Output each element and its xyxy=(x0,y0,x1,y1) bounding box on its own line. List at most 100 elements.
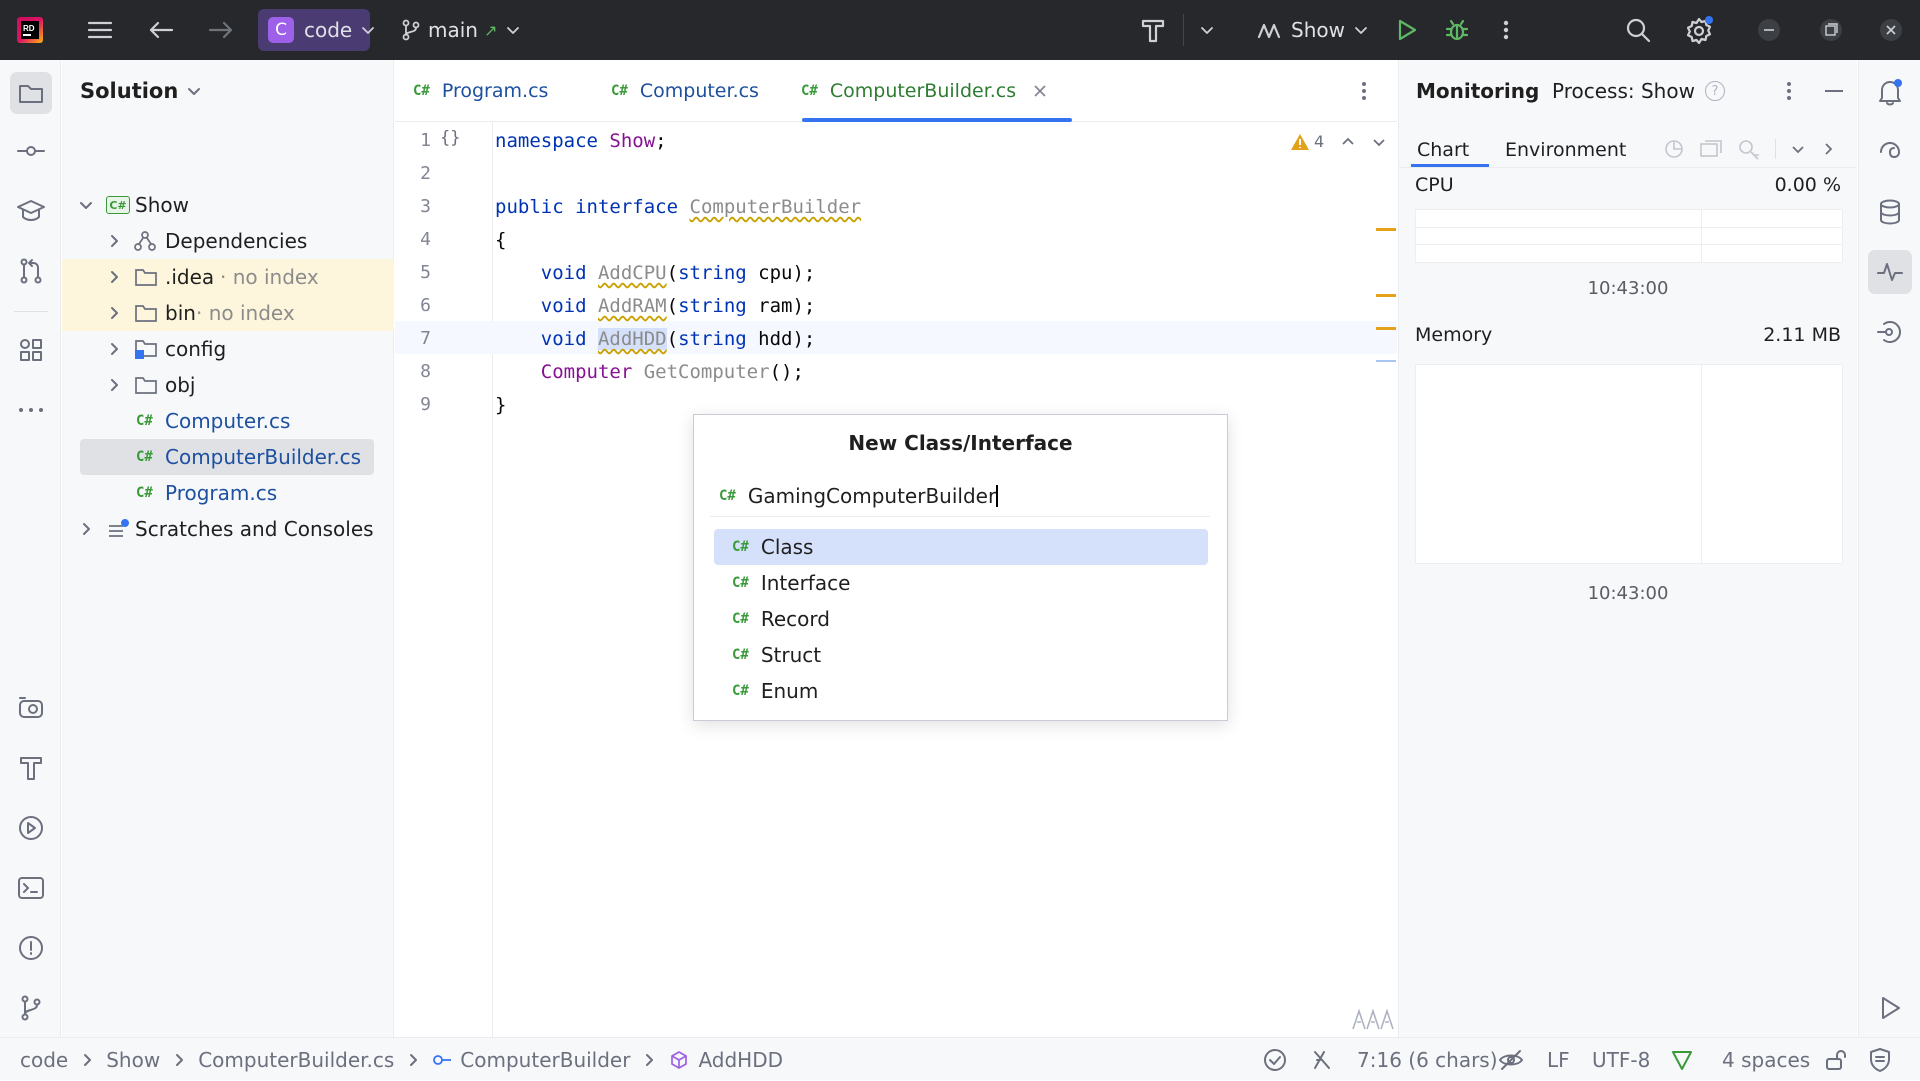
tab-computerbuilder-cs[interactable]: C# ComputerBuilder.cs xyxy=(801,60,1048,122)
branch-selector[interactable]: main ↗ xyxy=(400,0,521,60)
option-struct[interactable]: C# Struct xyxy=(714,637,1208,673)
terminal-icon[interactable] xyxy=(11,868,51,908)
panel-options-icon[interactable] xyxy=(1785,80,1793,102)
notifications-icon[interactable] xyxy=(1870,72,1910,112)
tree-item-program-cs[interactable]: C# Program.cs xyxy=(62,475,394,511)
no-index-note: · no index xyxy=(220,265,319,289)
database-icon[interactable] xyxy=(1870,192,1910,232)
services-icon[interactable] xyxy=(11,688,51,728)
class-name-input[interactable]: C# GamingComputerBuilder xyxy=(710,475,1210,517)
hide-panel-icon[interactable] xyxy=(1825,90,1843,92)
run-config-selector[interactable]: Show xyxy=(1257,0,1369,60)
run-icon[interactable] xyxy=(1394,0,1418,60)
structure-icon[interactable] xyxy=(11,330,51,370)
breadcrumb-item[interactable]: AddHDD xyxy=(698,1048,783,1072)
close-window-button[interactable] xyxy=(1879,0,1903,60)
caret-position[interactable]: 7:16 (6 chars) xyxy=(1357,1038,1498,1081)
project-selector[interactable]: C code xyxy=(258,0,375,60)
chevron-right-icon[interactable] xyxy=(1820,141,1836,157)
minimize-button[interactable] xyxy=(1757,0,1781,60)
chevron-down-icon[interactable] xyxy=(1371,134,1387,150)
rider-logo-icon[interactable]: RD xyxy=(17,0,43,60)
tree-item-bin[interactable]: bin · no index xyxy=(62,295,394,331)
profile-icon[interactable] xyxy=(1737,138,1761,160)
file-encoding[interactable]: UTF-8 xyxy=(1592,1038,1650,1081)
tree-item-scratches[interactable]: Scratches and Consoles xyxy=(62,511,394,547)
endpoints-icon[interactable] xyxy=(1870,312,1910,352)
build-tool-icon[interactable] xyxy=(11,748,51,788)
build-icon[interactable] xyxy=(1139,0,1167,60)
breadcrumb-item[interactable]: ComputerBuilder xyxy=(460,1048,630,1072)
ai-assistant-icon[interactable] xyxy=(1870,132,1910,172)
process-selector[interactable]: Process: Show ? xyxy=(1552,60,1725,122)
vcs-status-icon[interactable] xyxy=(1670,1038,1694,1081)
tab-computer-cs[interactable]: C# Computer.cs xyxy=(611,60,759,122)
tab-environment[interactable]: Environment xyxy=(1505,135,1626,165)
shield-icon[interactable] xyxy=(1868,1038,1892,1081)
snapshot-icon[interactable] xyxy=(1663,138,1685,160)
tree-item-obj[interactable]: obj xyxy=(62,367,394,403)
search-icon[interactable] xyxy=(1624,0,1652,60)
monitoring-tool-icon[interactable] xyxy=(1868,250,1912,294)
breadcrumb-item[interactable]: Show xyxy=(106,1048,160,1072)
code-line-4[interactable]: { xyxy=(495,229,506,251)
code-line-5[interactable]: void AddCPU(string cpu); xyxy=(495,262,816,284)
tree-item-computerbuilder-cs[interactable]: C# ComputerBuilder.cs xyxy=(62,439,394,475)
code-line-7[interactable]: void AddHDD(string hdd); xyxy=(495,328,815,350)
chevron-up-icon[interactable] xyxy=(1340,134,1356,150)
help-icon[interactable]: ? xyxy=(1704,81,1725,101)
tab-program-cs[interactable]: C# Program.cs xyxy=(413,60,548,122)
code-line-6[interactable]: void AddRAM(string ram); xyxy=(495,295,816,317)
forward-icon[interactable] xyxy=(207,0,235,60)
breadcrumb-item[interactable]: code xyxy=(20,1048,68,1072)
reader-mode-icon[interactable] xyxy=(1350,1005,1394,1031)
option-interface[interactable]: C# Interface xyxy=(714,565,1208,601)
git-icon[interactable] xyxy=(11,988,51,1028)
warning-marker[interactable] xyxy=(1376,294,1396,297)
hidden-eye-icon[interactable] xyxy=(1498,1038,1524,1081)
more-actions-icon[interactable] xyxy=(1500,0,1512,60)
tabs-more-icon[interactable] xyxy=(1360,80,1368,102)
code-line-9[interactable]: } xyxy=(495,394,506,416)
tree-item-show[interactable]: C# Show xyxy=(62,187,394,223)
settings-icon[interactable] xyxy=(1685,0,1715,60)
back-icon[interactable] xyxy=(147,0,175,60)
chevron-down-icon[interactable] xyxy=(1790,141,1806,157)
breadcrumb-item[interactable]: ComputerBuilder.cs xyxy=(198,1048,394,1072)
code-line-8[interactable]: Computer GetComputer(); xyxy=(495,361,804,383)
option-class[interactable]: C# Class xyxy=(714,529,1208,565)
tab-chart[interactable]: Chart xyxy=(1417,135,1469,165)
restore-button[interactable] xyxy=(1819,0,1843,60)
option-record[interactable]: C# Record xyxy=(714,601,1208,637)
namespace-braces-icon[interactable]: {} xyxy=(440,128,460,148)
line-ending[interactable]: LF xyxy=(1547,1038,1570,1081)
warning-marker[interactable] xyxy=(1376,327,1396,330)
warning-marker[interactable] xyxy=(1376,228,1396,231)
run-widget-icon[interactable] xyxy=(1870,988,1910,1028)
main-menu-icon[interactable] xyxy=(86,0,114,60)
build-dropdown-icon[interactable] xyxy=(1199,0,1215,60)
commit-icon[interactable] xyxy=(11,131,51,171)
checked-icon[interactable] xyxy=(1263,1038,1287,1081)
tree-item-config[interactable]: config xyxy=(62,331,394,367)
tree-item-idea[interactable]: .idea · no index xyxy=(62,259,394,295)
close-tab-icon[interactable] xyxy=(1032,83,1048,99)
solution-title[interactable]: Solution xyxy=(80,60,202,122)
inspection-widget[interactable]: 4 xyxy=(1290,132,1387,151)
tree-item-computer-cs[interactable]: C# Computer.cs xyxy=(62,403,394,439)
pull-requests-icon[interactable] xyxy=(11,251,51,291)
option-enum[interactable]: C# Enum xyxy=(714,673,1208,709)
problems-icon[interactable] xyxy=(11,928,51,968)
lock-icon[interactable] xyxy=(1824,1038,1848,1081)
learn-icon[interactable] xyxy=(11,191,51,231)
more-tools-icon[interactable] xyxy=(11,390,51,430)
project-folder-icon[interactable] xyxy=(10,72,52,114)
debug-icon[interactable] xyxy=(1444,0,1470,60)
tree-item-dependencies[interactable]: Dependencies xyxy=(62,223,394,259)
code-line-3[interactable]: public interface ComputerBuilder xyxy=(495,196,861,218)
memory-dump-icon[interactable] xyxy=(1699,138,1723,160)
indent-setting[interactable]: 4 spaces xyxy=(1722,1038,1810,1081)
code-line-1[interactable]: namespace Show; xyxy=(495,130,667,152)
indexing-icon[interactable] xyxy=(1311,1038,1333,1081)
run-tool-icon[interactable] xyxy=(11,808,51,848)
